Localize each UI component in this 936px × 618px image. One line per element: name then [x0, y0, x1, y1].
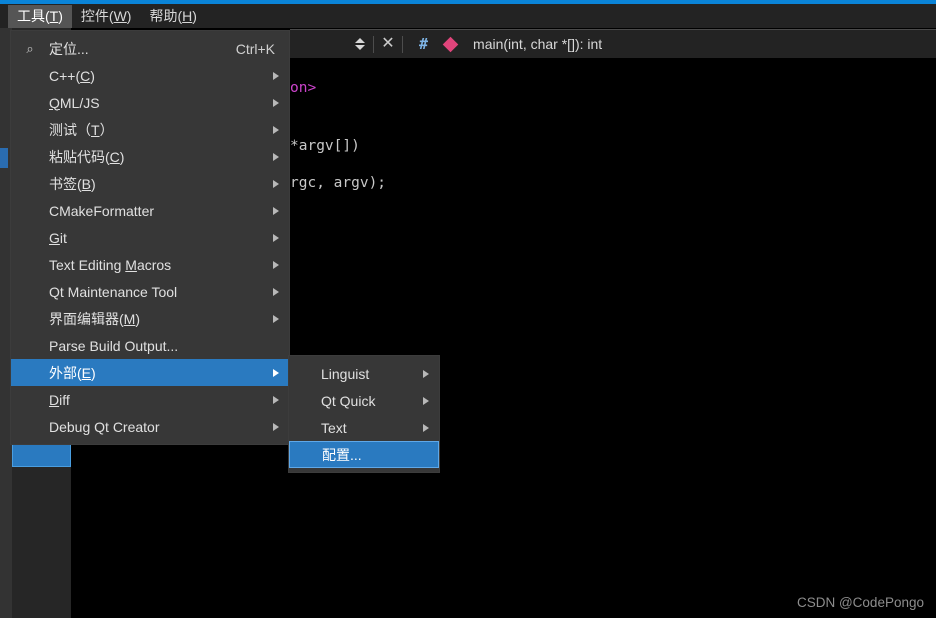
tools-menu-item-3[interactable]: QML/JS — [11, 89, 289, 116]
chevron-right-icon — [273, 206, 279, 215]
chevron-right-icon — [273, 152, 279, 161]
menu-item-label: 外部(E) — [49, 364, 96, 381]
code-line-2: *argv[]) — [290, 138, 360, 154]
menu-item-label: Qt Quick — [321, 392, 376, 409]
chevron-right-icon — [273, 125, 279, 134]
external-submenu-item-1[interactable]: Linguist — [289, 360, 439, 387]
tools-menu-item-5[interactable]: 粘贴代码(C) — [11, 143, 289, 170]
chevron-right-icon — [273, 287, 279, 296]
toolbar-separator — [402, 35, 403, 53]
menu-item-label: QML/JS — [49, 94, 100, 111]
tools-menu-item-11[interactable]: 界面编辑器(M) — [11, 305, 289, 332]
chevron-right-icon — [273, 260, 279, 269]
menu-item-shortcut: Ctrl+K — [235, 40, 275, 57]
menu-item-label: Parse Build Output... — [49, 337, 179, 354]
left-accent-bar — [0, 148, 8, 168]
toolbar-separator — [373, 35, 374, 53]
menu-item-label: 界面编辑器(M) — [49, 310, 141, 327]
chevron-right-icon — [273, 179, 279, 188]
external-submenu-item-2[interactable]: Qt Quick — [289, 387, 439, 414]
editor-toolbar: ✕ # main(int, char *[]): int — [290, 29, 936, 58]
menubar-item-3[interactable]: 帮助(H) — [140, 5, 205, 28]
tools-menu-item-7[interactable]: CMakeFormatter — [11, 197, 289, 224]
external-submenu: Linguist Qt Quick Text 配置... — [288, 355, 440, 473]
menu-item-label: Text Editing Macros — [49, 256, 172, 273]
chevron-right-icon — [273, 71, 279, 80]
external-submenu-item-4[interactable]: 配置... — [289, 441, 439, 468]
tools-menu-item-4[interactable]: 测试（T） — [11, 116, 289, 143]
code-line-3: rgc, argv); — [290, 175, 387, 191]
chevron-right-icon — [273, 422, 279, 431]
menu-item-label: C++(C) — [49, 67, 95, 84]
close-icon[interactable]: ✕ — [381, 36, 395, 52]
menu-item-label: Git — [49, 229, 67, 246]
tools-menu-item-8[interactable]: Git — [11, 224, 289, 251]
menu-item-label: Text — [321, 419, 347, 436]
chevron-right-icon — [423, 423, 429, 432]
menu-item-label: Debug Qt Creator — [49, 418, 160, 435]
tools-menu-item-15[interactable]: Debug Qt Creator — [11, 413, 289, 440]
menu-item-label: CMakeFormatter — [49, 202, 155, 219]
tools-menu-item-13[interactable]: 外部(E) — [11, 359, 289, 386]
chevron-right-icon — [273, 314, 279, 323]
menu-item-label: Diff — [49, 391, 70, 408]
hash-icon[interactable]: # — [419, 35, 428, 53]
tools-menu-item-14[interactable]: Diff — [11, 386, 289, 413]
menu-bar: 工具(T) 控件(W) 帮助(H) — [0, 4, 936, 28]
chevron-right-icon — [273, 233, 279, 242]
menu-item-label: 定位... — [49, 40, 89, 57]
menubar-item-2[interactable]: 控件(W) — [72, 5, 141, 28]
watermark: CSDN @CodePongo — [796, 595, 924, 610]
tools-menu-item-1[interactable]: ⌕ 定位... Ctrl+K — [11, 35, 289, 62]
symbol-selector-label[interactable]: main(int, char *[]): int — [473, 36, 602, 52]
function-diamond-icon — [442, 36, 459, 52]
chevron-right-icon — [423, 396, 429, 405]
menu-item-label: Qt Maintenance Tool — [49, 283, 178, 300]
menu-item-label: 配置... — [322, 446, 362, 463]
external-submenu-item-3[interactable]: Text — [289, 414, 439, 441]
search-icon: ⌕ — [26, 40, 34, 56]
menu-item-label: Linguist — [321, 365, 370, 382]
menubar-item-1[interactable]: 工具(T) — [8, 4, 72, 28]
tools-menu-item-2[interactable]: C++(C) — [11, 62, 289, 89]
chevron-right-icon — [273, 98, 279, 107]
chevron-right-icon — [423, 369, 429, 378]
tools-menu-item-9[interactable]: Text Editing Macros — [11, 251, 289, 278]
chevron-right-icon — [273, 395, 279, 404]
code-line-1: on> — [290, 80, 317, 96]
tools-menu-item-12[interactable]: Parse Build Output... — [11, 332, 289, 359]
tools-menu-item-6[interactable]: 书签(B) — [11, 170, 289, 197]
menu-item-label: 粘贴代码(C) — [49, 148, 125, 165]
updown-arrows-icon[interactable] — [354, 36, 366, 52]
menu-item-label: 测试（T） — [49, 121, 114, 138]
menu-item-label: 书签(B) — [49, 175, 96, 192]
tools-dropdown-menu: ⌕ 定位... Ctrl+K C++(C) QML/JS 测试（T） 粘贴代码(C) 书签(B… — [10, 30, 290, 445]
chevron-right-icon — [273, 368, 279, 377]
tools-menu-item-10[interactable]: Qt Maintenance Tool — [11, 278, 289, 305]
